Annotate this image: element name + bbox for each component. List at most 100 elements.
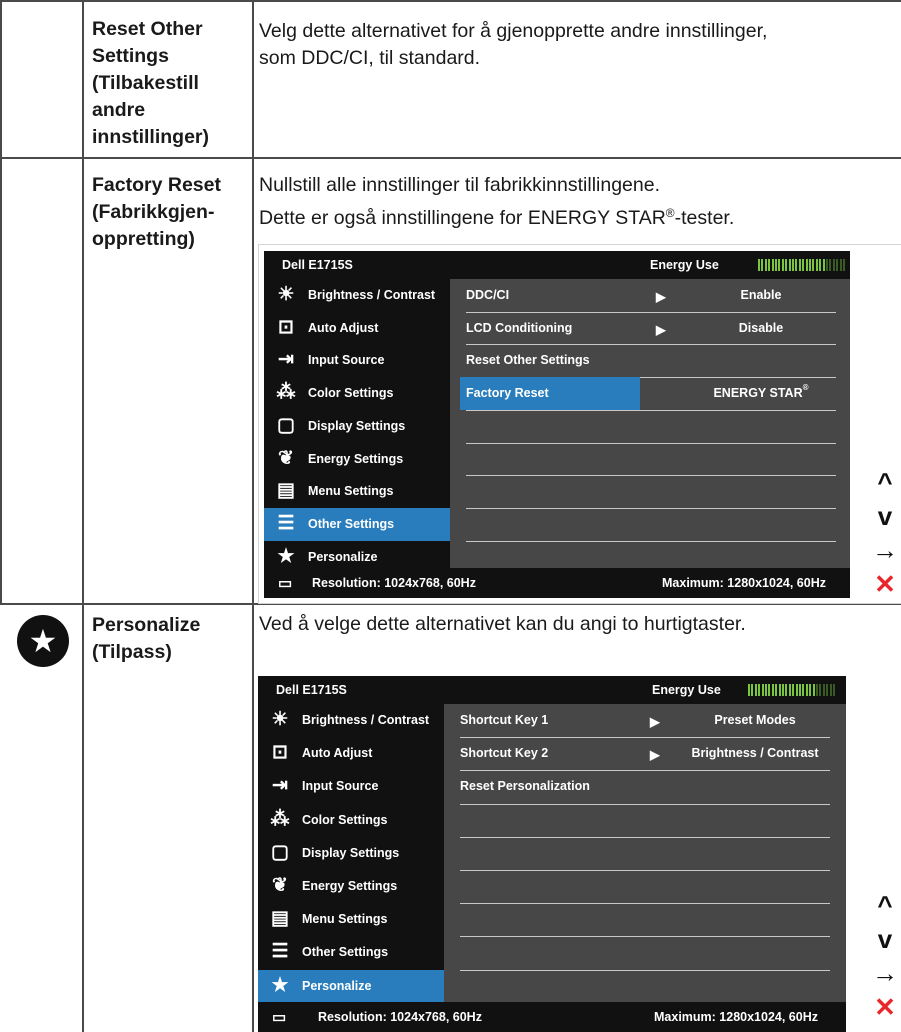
display-settings-icon: ▢ [277,414,295,436]
right-arrow-icon[interactable]: → [871,959,899,987]
osd-menu-item-label: Auto Adjust [308,320,379,335]
table-left-border [0,0,2,157]
osd-menu-item-label: Menu Settings [308,484,394,499]
close-icon[interactable]: ✕ [871,993,899,1021]
osd-menu-item[interactable]: ★ Personalize [258,969,444,1003]
energy-meter-segment [829,259,832,271]
osd-row-separator [460,903,830,905]
energy-meter-segment [795,259,798,271]
osd-header: Dell E1715S Energy Use [258,676,846,704]
osd-submenu-label: Factory Reset [466,386,549,401]
energy-meter-segment [758,684,761,696]
nav-buttons: ^ v → ✕ [871,468,901,608]
energy-meter-segment [751,684,754,696]
energy-meter-segment [822,259,825,271]
monitor-model: Dell E1715S [282,258,353,272]
osd-menu-item[interactable]: ⊡ Auto Adjust [264,312,450,345]
energy-meter-segment [771,684,774,696]
osd-menu-item[interactable]: ▤ Menu Settings [264,475,450,508]
osd-menu-item-label: Display Settings [302,845,400,860]
color-settings-icon: ⁂ [276,382,296,404]
osd-menu-item[interactable]: ▤ Menu Settings [258,903,444,936]
osd-menu-item-label: Energy Settings [308,451,404,466]
osd-menu-item[interactable]: ▢ Display Settings [258,837,444,870]
submenu-arrow-icon: ▶ [656,290,666,304]
osd-menu-item-label: Menu Settings [302,912,388,927]
osd-submenu-label: Reset Personalization [460,779,590,794]
energy-meter-segment [764,259,767,271]
osd-footer: ▭ Resolution: 1024x768, 60Hz Maximum: 12… [258,1002,846,1032]
energy-use-label: Energy Use [652,683,721,697]
monitor-icon: ▭ [278,575,293,592]
right-arrow-icon[interactable]: → [871,536,899,564]
down-arrow-icon[interactable]: v [871,925,899,953]
column-divider [82,0,84,1032]
osd-menu-item-label: Auto Adjust [302,746,373,761]
up-arrow-icon[interactable]: ^ [871,891,899,919]
up-arrow-icon[interactable]: ^ [871,468,899,496]
osd-menu-item[interactable]: ☀ Brightness / Contrast [258,704,444,737]
energy-meter-segment [781,259,784,271]
osd-menu-item-label: Personalize [308,549,378,564]
energy-meter-segment [768,684,771,696]
auto-adjust-icon: ⊡ [278,316,294,338]
energy-meter-segment [771,259,774,271]
table-left-border [0,157,2,603]
energy-meter [748,684,838,696]
maximum-resolution-text: Maximum: 1280x1024, 60Hz [662,576,826,590]
osd-menu-item[interactable]: ⁂ Color Settings [264,377,450,410]
osd-menu-item[interactable]: ▢ Display Settings [264,410,450,443]
osd-footer: ▭ Resolution: 1024x768, 60Hz Maximum: 12… [264,568,850,598]
energy-meter-segment [805,259,808,271]
energy-meter-segment [799,684,801,696]
energy-meter-segment [775,259,777,271]
energy-meter-segment [785,259,788,271]
submenu-arrow-icon: ▶ [656,322,666,337]
setting-description: Ved å velge dette alternativet kan du an… [259,613,746,635]
table-top-border [0,0,901,2]
energy-meter-segment [815,259,818,271]
osd-menu-item[interactable]: ☰ Other Settings [264,507,450,541]
energy-meter-segment [792,259,794,271]
energy-meter-segment [805,684,808,696]
energy-meter-segment [775,684,778,696]
other-settings-icon: ☰ [271,941,289,963]
osd-main-menu: ☀ Brightness / Contrast ⊡ Auto Adjust ⇥ Input… [258,704,444,1003]
energy-meter-segment [788,684,791,696]
osd-menu-item[interactable]: ☰ Other Settings [258,936,444,969]
osd-menu-item[interactable]: ❦ Energy Settings [264,443,450,476]
setting-description: Nullstill alle innstillinger til fabrikk… [259,174,735,229]
energy-meter-segment [829,684,832,696]
close-icon[interactable]: ✕ [871,570,899,598]
energy-meter-segment [761,684,764,696]
osd-menu-item[interactable]: ⊡ Auto Adjust [258,737,444,770]
osd-menu-screenshot: Dell E1715S Energy Use ☀ Brightness / Con… [258,676,846,1032]
energy-meter-segment [761,259,764,271]
energy-meter-segment [822,684,825,696]
osd-menu-item[interactable]: ⇥ Input Source [264,344,450,377]
energy-meter-segment [778,259,781,271]
osd-row-separator [460,969,830,971]
personalize-star-icon: ★ [271,974,289,996]
menu-settings-icon: ▤ [277,480,295,502]
osd-submenu-item[interactable]: Reset Other Settings [466,344,826,377]
energy-meter-segment [802,684,805,696]
osd-menu-item-label: Other Settings [302,945,389,960]
osd-submenu-item[interactable]: Reset Personalization [460,770,820,803]
energy-meter-segment [812,684,815,696]
osd-menu-item[interactable]: ⁂ Color Settings [258,804,444,837]
osd-submenu-value: Enable [740,288,782,302]
color-settings-icon: ⁂ [270,808,290,830]
osd-menu-item[interactable]: ⇥ Input Source [258,770,444,803]
osd-submenu-item[interactable]: Factory Reset [460,377,640,410]
energy-meter [758,259,848,271]
energy-meter-segment [798,259,801,271]
osd-submenu-value: Disable [738,320,784,335]
energy-meter-segment [758,259,760,271]
osd-menu-item-label: Energy Settings [302,879,398,893]
osd-menu-item-label: Input Source [308,353,385,368]
down-arrow-icon[interactable]: v [871,502,899,530]
osd-menu-item[interactable]: ❦ Energy Settings [258,870,444,903]
osd-menu-item[interactable]: ☀ Brightness / Contrast [264,279,450,312]
energy-meter-segment [843,259,845,271]
